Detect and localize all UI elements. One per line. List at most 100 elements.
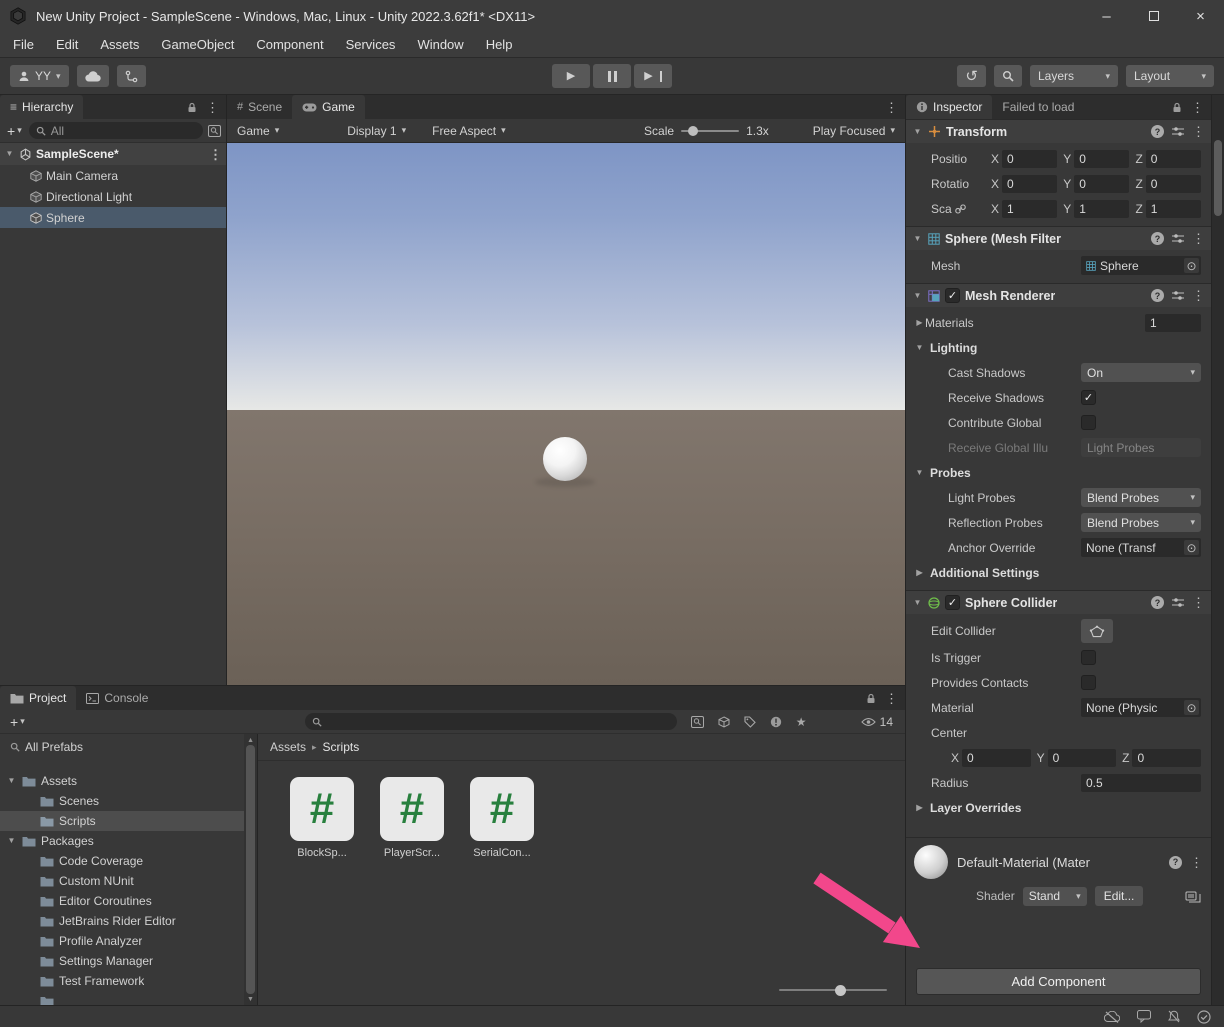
mesh-filter-header[interactable]: ▼ Sphere (Mesh Filter ? ⋮ xyxy=(906,226,1211,250)
tab-game[interactable]: Game xyxy=(292,95,365,119)
foldout-open-icon[interactable]: ▼ xyxy=(914,343,925,352)
scroll-up-icon[interactable]: ▼ xyxy=(247,736,254,743)
folder-scripts[interactable]: Scripts xyxy=(0,811,257,831)
edit-shader-button[interactable]: Edit... xyxy=(1094,886,1144,906)
kebab-menu-icon[interactable]: ⋮ xyxy=(1192,289,1205,302)
presets-icon[interactable] xyxy=(1172,290,1184,301)
layers-dropdown[interactable]: Layers ▾ xyxy=(1030,65,1118,87)
asset-playerscript-script[interactable]: # PlayerScr... xyxy=(372,777,452,859)
kebab-menu-icon[interactable]: ⋮ xyxy=(1192,125,1205,138)
folder-scenes[interactable]: Scenes xyxy=(0,791,257,811)
create-asset-dropdown[interactable]: + ▾ xyxy=(8,714,27,730)
scene-row[interactable]: ▼ SampleScene* ⋮ xyxy=(0,143,226,165)
position-z-field[interactable]: 0 xyxy=(1145,149,1201,168)
tab-inspector[interactable]: Inspector xyxy=(906,95,993,119)
tab-failed-to-load[interactable]: Failed to load xyxy=(992,95,1084,119)
add-component-button[interactable]: Add Component xyxy=(916,968,1201,995)
pause-button[interactable] xyxy=(593,64,631,88)
tab-project[interactable]: Project xyxy=(0,686,77,710)
account-button[interactable]: YY ▾ xyxy=(10,65,69,87)
center-z-field[interactable]: 0 xyxy=(1132,748,1202,767)
mesh-object-field[interactable]: Sphere ⊙ xyxy=(1081,256,1201,275)
foldout-closed-icon[interactable]: ▶ xyxy=(914,318,925,327)
search-in-window-icon[interactable] xyxy=(690,715,704,728)
game-view[interactable] xyxy=(227,143,905,685)
folder-settings-manager[interactable]: Settings Manager xyxy=(0,951,257,971)
breadcrumb-assets[interactable]: Assets xyxy=(270,740,306,754)
tab-console[interactable]: Console xyxy=(76,686,158,710)
search-button[interactable] xyxy=(994,65,1022,87)
lighting-section[interactable]: ▼ Lighting xyxy=(906,335,1211,360)
lock-icon[interactable] xyxy=(866,693,876,704)
log-filter-icon[interactable] xyxy=(770,716,782,728)
create-dropdown[interactable]: + ▾ xyxy=(5,123,24,139)
material-header[interactable]: Default-Material (Mater ? ⋮ xyxy=(906,837,1211,883)
inspector-scrollbar[interactable] xyxy=(1211,95,1224,1005)
center-y-field[interactable]: 0 xyxy=(1047,748,1117,767)
all-prefabs-item[interactable]: All Prefabs xyxy=(0,737,257,757)
mesh-renderer-enabled-checkbox[interactable]: ✓ xyxy=(945,288,960,303)
folder-code-coverage[interactable]: Code Coverage xyxy=(0,851,257,871)
sphere-collider-header[interactable]: ▼ ✓ Sphere Collider ? ⋮ xyxy=(906,590,1211,614)
menu-component[interactable]: Component xyxy=(245,32,334,57)
help-icon[interactable]: ? xyxy=(1151,289,1164,302)
project-tree-scrollbar[interactable]: ▼ ▼ xyxy=(244,734,257,1005)
anchor-override-field[interactable]: None (Transf ⊙ xyxy=(1081,538,1201,557)
version-control-button[interactable] xyxy=(116,65,146,87)
kebab-menu-icon[interactable]: ⋮ xyxy=(206,101,219,114)
background-tasks-icon[interactable] xyxy=(1197,1009,1211,1024)
kebab-menu-icon[interactable]: ⋮ xyxy=(885,692,898,705)
folder-test-framework[interactable]: Test Framework xyxy=(0,971,257,991)
search-options-icon[interactable] xyxy=(208,124,221,137)
aspect-dropdown[interactable]: Free Aspect ▾ xyxy=(432,124,506,138)
lock-icon[interactable] xyxy=(1172,102,1182,113)
foldout-open-icon[interactable]: ▼ xyxy=(912,291,923,300)
display-dropdown[interactable]: Display 1 ▾ xyxy=(347,124,406,138)
scale-slider-knob[interactable] xyxy=(688,125,699,136)
scale-x-field[interactable]: 1 xyxy=(1002,199,1058,218)
help-icon[interactable]: ? xyxy=(1151,232,1164,245)
hierarchy-item-directional-light[interactable]: Directional Light xyxy=(0,186,226,207)
scale-slider[interactable] xyxy=(681,125,740,136)
provides-contacts-checkbox[interactable] xyxy=(1081,675,1096,690)
favorites-star-icon[interactable]: ★ xyxy=(796,715,807,729)
object-picker-icon[interactable]: ⊙ xyxy=(1184,540,1199,555)
asset-blockspawner-script[interactable]: # BlockSp... xyxy=(282,777,362,859)
foldout-open-icon[interactable]: ▼ xyxy=(4,150,15,158)
lock-icon[interactable] xyxy=(187,102,197,113)
folder-partial-row[interactable] xyxy=(0,991,257,1005)
menu-file[interactable]: File xyxy=(2,32,45,57)
physic-material-field[interactable]: None (Physic ⊙ xyxy=(1081,698,1201,717)
hierarchy-search-input[interactable]: All xyxy=(28,122,203,139)
hierarchy-item-sphere[interactable]: Sphere xyxy=(0,207,226,228)
receive-shadows-checkbox[interactable]: ✓ xyxy=(1081,390,1096,405)
undo-history-button[interactable]: ↺ xyxy=(957,65,986,87)
tab-hierarchy[interactable]: ≡ Hierarchy xyxy=(0,95,84,119)
is-trigger-checkbox[interactable] xyxy=(1081,650,1096,665)
asset-serialcontroller-script[interactable]: # SerialCon... xyxy=(462,777,542,859)
kebab-menu-icon[interactable]: ⋮ xyxy=(1191,101,1204,114)
icon-size-knob[interactable] xyxy=(835,984,846,996)
radius-field[interactable]: 0.5 xyxy=(1081,773,1201,792)
scroll-down-icon[interactable]: ▼ xyxy=(247,996,254,1003)
help-icon[interactable]: ? xyxy=(1169,855,1182,869)
kebab-menu-icon[interactable]: ⋮ xyxy=(1192,232,1205,245)
minimize-button[interactable]: – xyxy=(1083,0,1130,32)
probes-section[interactable]: ▼ Probes xyxy=(906,460,1211,485)
light-probes-dropdown[interactable]: Blend Probes ▾ xyxy=(1081,488,1201,507)
foldout-open-icon[interactable]: ▼ xyxy=(6,837,17,845)
scrollbar-thumb[interactable] xyxy=(1214,140,1222,216)
center-x-field[interactable]: 0 xyxy=(962,748,1031,767)
menu-help[interactable]: Help xyxy=(475,32,524,57)
step-button[interactable]: ▶ xyxy=(634,64,672,88)
scale-y-field[interactable]: 1 xyxy=(1074,199,1130,218)
hidden-count-toggle[interactable]: 14 xyxy=(860,715,897,729)
menu-window[interactable]: Window xyxy=(406,32,474,57)
game-mode-dropdown[interactable]: Game ▾ xyxy=(237,124,279,138)
play-button[interactable]: ▶ xyxy=(552,64,590,88)
presets-icon[interactable] xyxy=(1172,597,1184,608)
foldout-open-icon[interactable]: ▼ xyxy=(6,777,17,785)
close-button[interactable]: × xyxy=(1177,0,1224,32)
icon-size-slider[interactable] xyxy=(779,984,887,996)
folder-custom-nunit[interactable]: Custom NUnit xyxy=(0,871,257,891)
